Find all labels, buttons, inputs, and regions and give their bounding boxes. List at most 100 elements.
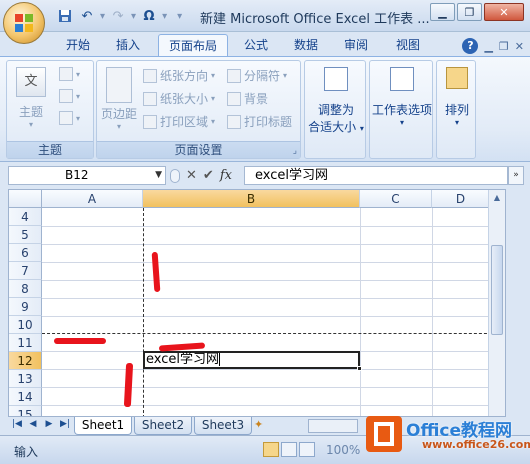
help-icon[interactable]: ? <box>462 38 479 54</box>
redo-icon[interactable]: ↷ <box>109 7 127 25</box>
row-header-10[interactable]: 10 <box>9 316 42 334</box>
scale-to-fit-group: 调整为 合适大小 ▾ <box>304 60 366 159</box>
row-header-4[interactable]: 4 <box>9 208 42 226</box>
row-header-8[interactable]: 8 <box>9 280 42 298</box>
scale-to-fit-label-2: 合适大小 ▾ <box>308 120 364 134</box>
theme-group-label: 主题 <box>7 141 93 158</box>
select-all-corner[interactable] <box>9 190 42 208</box>
gridline <box>42 280 490 281</box>
row-header-15[interactable]: 15 <box>9 406 42 416</box>
cancel-icon[interactable]: ✕ <box>186 168 197 183</box>
tab-formulas[interactable]: 公式 <box>236 34 276 56</box>
ribbon-close-icon[interactable]: ✕ <box>515 40 524 53</box>
undo-dropdown-icon[interactable]: ▾ <box>100 11 105 22</box>
scroll-up-icon[interactable]: ▲ <box>489 190 505 206</box>
sheet-options-button[interactable]: 工作表选项 ▾ <box>370 67 434 127</box>
sheet-tab-sheet2[interactable]: Sheet2 <box>134 417 192 435</box>
print-area-button[interactable]: 打印区域 ▾ <box>143 113 215 130</box>
ribbon-minimize-icon[interactable]: ▁ <box>484 40 492 53</box>
tab-page-layout[interactable]: 页面布局 <box>158 34 228 56</box>
themes-button-label: 主题 <box>18 105 43 119</box>
ribbon-tabs: 开始 插入 页面布局 公式 数据 审阅 视图 ? ▁ ❐ ✕ <box>0 32 530 56</box>
insert-sheet-icon[interactable]: ✦ <box>254 418 272 434</box>
row-header-11[interactable]: 11 <box>9 334 42 352</box>
name-box-value: B12 <box>65 168 89 182</box>
next-sheet-icon[interactable]: ▶ <box>42 419 56 429</box>
row-header-7[interactable]: 7 <box>9 262 42 280</box>
theme-fonts-icon <box>59 89 73 103</box>
expand-formula-bar-icon[interactable]: » <box>508 166 524 185</box>
undo-icon[interactable]: ↶ <box>78 7 96 25</box>
annotation-mark <box>151 251 161 293</box>
page-layout-view-icon[interactable] <box>281 442 297 457</box>
theme-colors-icon <box>59 67 73 81</box>
breaks-button[interactable]: 分隔符 ▾ <box>227 67 287 84</box>
scale-to-fit-button[interactable]: 调整为 合适大小 ▾ <box>306 67 366 135</box>
gridline <box>360 208 361 416</box>
orientation-button[interactable]: 纸张方向 ▾ <box>143 67 215 84</box>
save-icon[interactable] <box>56 7 74 25</box>
vertical-scroll-thumb[interactable] <box>491 245 503 335</box>
theme-colors-button[interactable]: ▾ <box>59 67 80 81</box>
tab-data[interactable]: 数据 <box>286 34 326 56</box>
tab-view[interactable]: 视图 <box>388 34 428 56</box>
gridline <box>42 387 490 388</box>
dialog-launcher-icon[interactable]: ⌟ <box>293 146 297 156</box>
formula-input[interactable]: excel学习网 <box>244 166 508 185</box>
row-header-6[interactable]: 6 <box>9 244 42 262</box>
column-header-b[interactable]: B <box>143 190 360 208</box>
last-sheet-icon[interactable]: ▶| <box>58 419 72 429</box>
row-header-13[interactable]: 13 <box>9 370 42 388</box>
gridline <box>42 298 490 299</box>
vertical-scrollbar[interactable]: ▲ <box>488 190 505 416</box>
size-label: 纸张大小 <box>160 92 209 106</box>
column-header-d[interactable]: D <box>432 190 490 208</box>
active-cell-b12[interactable]: excel学习网 <box>143 351 362 371</box>
page-break-preview-icon[interactable] <box>299 442 315 457</box>
print-titles-button[interactable]: 打印标题 <box>227 113 292 130</box>
minimize-button[interactable]: ▁ <box>430 3 455 21</box>
horizontal-scrollbar[interactable] <box>308 419 358 433</box>
column-header-c[interactable]: C <box>360 190 432 208</box>
tab-home[interactable]: 开始 <box>58 34 98 56</box>
row-header-14[interactable]: 14 <box>9 388 42 406</box>
sheet-tab-sheet3[interactable]: Sheet3 <box>194 417 252 435</box>
size-button[interactable]: 纸张大小 ▾ <box>143 90 215 107</box>
tab-insert[interactable]: 插入 <box>108 34 148 56</box>
close-button[interactable]: ✕ <box>484 3 524 21</box>
row-header-12[interactable]: 12 <box>9 352 42 370</box>
print-titles-icon <box>227 114 241 129</box>
theme-effects-button[interactable]: ▾ <box>59 111 80 125</box>
first-sheet-icon[interactable]: |◀ <box>10 419 24 429</box>
enter-icon[interactable]: ✔ <box>203 168 214 183</box>
margins-button[interactable]: 页边距 ▾ <box>99 67 139 131</box>
omega-icon[interactable]: Ω <box>140 7 158 25</box>
prev-sheet-icon[interactable]: ◀ <box>26 419 40 429</box>
customize-icon[interactable]: ▾ <box>177 11 182 22</box>
tab-review[interactable]: 审阅 <box>336 34 376 56</box>
arrange-button[interactable]: 排列 ▾ <box>437 67 477 127</box>
row-header-5[interactable]: 5 <box>9 226 42 244</box>
background-button[interactable]: 背景 <box>227 90 268 107</box>
fill-handle[interactable] <box>357 366 362 371</box>
name-box[interactable]: B12 ▼ <box>8 166 166 185</box>
ribbon-window-controls: ? ▁ ❐ ✕ <box>462 38 524 54</box>
watermark: Office教程网 www.office26.com <box>362 410 530 464</box>
gridline <box>432 208 433 416</box>
column-header-a[interactable]: A <box>42 190 143 208</box>
office-button[interactable] <box>3 2 45 44</box>
theme-fonts-button[interactable]: ▾ <box>59 89 80 103</box>
themes-button[interactable]: 文 主题 ▾ <box>13 67 49 129</box>
zoom-level[interactable]: 100% <box>326 443 360 457</box>
row-header-9[interactable]: 9 <box>9 298 42 316</box>
omega-dropdown-icon[interactable]: ▾ <box>162 11 167 22</box>
insert-function-icon[interactable]: fx <box>220 168 232 183</box>
restore-button[interactable]: ❐ <box>457 3 482 21</box>
redo-dropdown-icon[interactable]: ▾ <box>131 11 136 22</box>
chevron-down-icon[interactable]: ▼ <box>155 167 162 184</box>
sheet-tab-sheet1[interactable]: Sheet1 <box>74 417 132 435</box>
resize-grip-icon[interactable] <box>170 168 180 183</box>
chevron-down-icon: ▾ <box>454 118 459 127</box>
normal-view-icon[interactable] <box>263 442 279 457</box>
ribbon-restore-icon[interactable]: ❐ <box>499 40 509 53</box>
